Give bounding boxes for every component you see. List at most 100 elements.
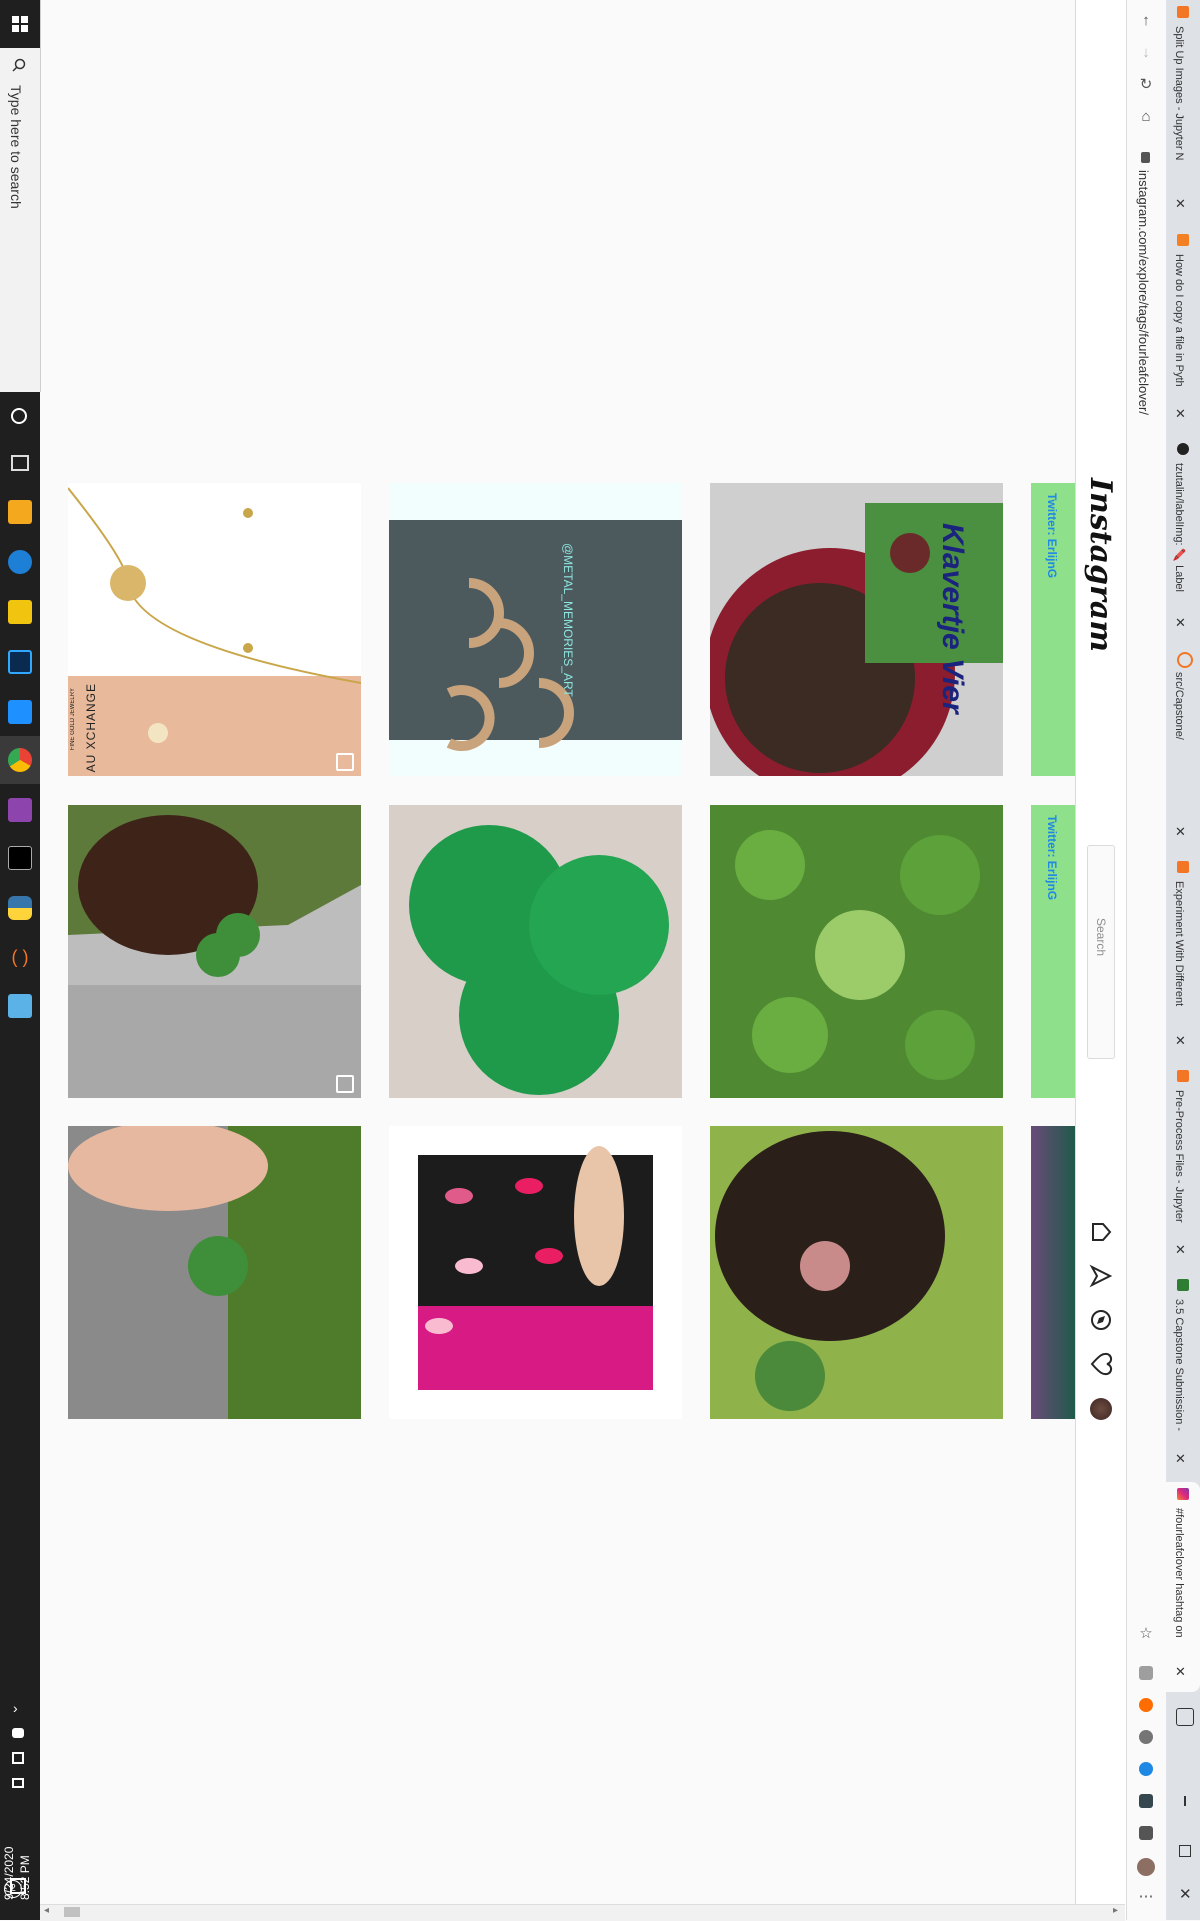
terminal-icon[interactable] xyxy=(8,846,32,870)
jupyter-favicon-icon xyxy=(1177,861,1189,873)
profile-avatar[interactable] xyxy=(1090,1398,1112,1420)
sticky-notes-icon[interactable] xyxy=(8,600,32,624)
tab-close-icon[interactable]: ✕ xyxy=(1175,1451,1186,1467)
hand-clover-image xyxy=(68,805,361,1098)
post-gold-necklace[interactable]: AU XCHANGE FINE GOLD JEWELRY xyxy=(68,483,361,776)
file-explorer-icon[interactable] xyxy=(8,500,32,524)
post-metal-clover[interactable] xyxy=(389,805,682,1098)
tab-title: tzutalin/labelImg: 🖍️ Label xyxy=(1173,463,1185,592)
post-dog-clover[interactable] xyxy=(710,1126,1003,1419)
back-arrow-icon[interactable]: ↑ xyxy=(1137,12,1155,30)
extension-blue-icon[interactable] xyxy=(1139,1762,1153,1776)
scroll-left-arrow-icon[interactable]: ◂ xyxy=(44,1905,49,1916)
jupyter-icon[interactable]: ( ) xyxy=(8,945,32,969)
explore-compass-icon[interactable] xyxy=(1089,1308,1113,1332)
lock-icon[interactable] xyxy=(1141,152,1150,163)
cortana-icon[interactable] xyxy=(11,408,27,424)
clover-patch-image xyxy=(710,805,1003,1098)
extension-g-icon[interactable] xyxy=(1139,1666,1153,1680)
instagram-logo[interactable]: Instagram xyxy=(1083,478,1118,652)
extension-dark-icon[interactable] xyxy=(1139,1794,1153,1808)
horseshoes-image xyxy=(389,483,682,776)
scrollbar-thumb[interactable] xyxy=(64,1907,80,1917)
tab-title: Pre-Process Files - Jupyter xyxy=(1173,1090,1185,1223)
jupyter-favicon-icon xyxy=(1177,652,1193,668)
post-partial-2[interactable]: Twitter: ErlijnG xyxy=(1031,805,1075,1098)
tab-title: Experiment With Different xyxy=(1173,881,1185,1007)
github-favicon-icon xyxy=(1177,443,1189,455)
tab-pre-process[interactable]: Pre-Process Files - Jupyter ✕ xyxy=(1165,1064,1200,1270)
heart-activity-icon[interactable] xyxy=(1089,1352,1113,1376)
tab-capstone-submission[interactable]: 3.5 Capstone Submission - ✕ xyxy=(1165,1273,1200,1479)
action-center-icon[interactable] xyxy=(10,1878,26,1894)
post-hand-clover[interactable] xyxy=(68,805,361,1098)
fingers-clover-image xyxy=(68,1126,361,1419)
new-tab-icon[interactable] xyxy=(1176,1708,1194,1726)
task-view-icon[interactable] xyxy=(11,455,29,471)
extension-grey-icon[interactable] xyxy=(1139,1730,1153,1744)
calculator-icon[interactable] xyxy=(8,994,32,1018)
post-horseshoes[interactable]: @METAL_MEMORIES_ART xyxy=(389,483,682,776)
bookmark-star-icon[interactable]: ☆ xyxy=(1137,1625,1155,1643)
post-klavertje-vier[interactable]: Klavertje Vier xyxy=(710,483,1003,776)
tab-split-up-images[interactable]: Split Up Images - Jupyter N ✕ xyxy=(1165,0,1200,225)
instagram-favicon-icon xyxy=(1177,1488,1189,1500)
photoshop-icon[interactable] xyxy=(8,650,32,674)
lips-shirt-image xyxy=(389,1126,682,1419)
extension-orange-icon[interactable] xyxy=(1139,1698,1153,1712)
horizontal-scrollbar[interactable] xyxy=(40,1904,1125,1921)
start-button[interactable] xyxy=(0,0,40,48)
tab-fourleafclover-active[interactable]: #fourleafclover hashtag on ✕ xyxy=(1165,1482,1200,1692)
tab-title: Split Up Images - Jupyter N xyxy=(1173,26,1185,161)
tab-title: #fourleafclover hashtag on xyxy=(1173,1508,1185,1638)
post-caption: @METAL_MEMORIES_ART xyxy=(561,543,575,697)
tab-close-icon[interactable]: ✕ xyxy=(1175,196,1186,212)
address-bar[interactable]: instagram.com/explore/tags/fourleafclove… xyxy=(1136,170,1151,415)
tab-close-icon[interactable]: ✕ xyxy=(1175,1242,1186,1258)
tab-copy-file-python[interactable]: How do I copy a file in Pyth ✕ xyxy=(1165,228,1200,434)
post-subcaption: FINE GOLD JEWELRY xyxy=(70,688,76,751)
puzzle-extensions-icon[interactable] xyxy=(1139,1826,1153,1840)
tab-labelimg[interactable]: tzutalin/labelImg: 🖍️ Label ✕ xyxy=(1165,437,1200,643)
home-icon[interactable]: ⌂ xyxy=(1137,108,1155,126)
post-clover-patch[interactable] xyxy=(710,805,1003,1098)
profile-avatar-icon[interactable] xyxy=(1137,1858,1155,1876)
browser-menu-icon[interactable]: ⋯ xyxy=(1137,1888,1155,1906)
taskbar-search-placeholder: Type here to search xyxy=(8,85,24,209)
chevron-up-icon[interactable]: › xyxy=(13,1700,18,1716)
tab-src-capstone[interactable]: src/Capstone/ ✕ xyxy=(1165,646,1200,852)
post-lips-shirt[interactable] xyxy=(389,1126,682,1419)
post-fingers-clover[interactable] xyxy=(68,1126,361,1419)
edge-browser-icon[interactable] xyxy=(8,550,32,574)
chrome-icon[interactable] xyxy=(8,748,32,772)
tab-close-icon[interactable]: ✕ xyxy=(1175,1664,1186,1680)
forward-arrow-icon[interactable]: ↓ xyxy=(1137,44,1155,62)
instagram-search-input[interactable]: Search xyxy=(1087,845,1115,1059)
post-partial-1[interactable]: Twitter: ErlijnG xyxy=(1031,483,1075,776)
tab-close-icon[interactable]: ✕ xyxy=(1175,406,1186,422)
network-icon[interactable] xyxy=(12,1752,24,1764)
vscode-icon[interactable] xyxy=(8,700,32,724)
minimize-window-icon[interactable] xyxy=(1184,1796,1186,1806)
post-caption: Klavertje Vier xyxy=(936,523,969,714)
tab-close-icon[interactable]: ✕ xyxy=(1175,824,1186,840)
volume-icon[interactable] xyxy=(12,1778,24,1788)
direct-message-icon[interactable] xyxy=(1089,1264,1113,1288)
reload-icon[interactable]: ↻ xyxy=(1137,76,1155,94)
post-partial-text: Twitter: ErlijnG xyxy=(1045,815,1059,901)
tab-experiment[interactable]: Experiment With Different ✕ xyxy=(1165,855,1200,1061)
python-icon[interactable] xyxy=(8,896,32,920)
search-placeholder: Search xyxy=(1094,918,1108,957)
tab-close-icon[interactable]: ✕ xyxy=(1175,615,1186,631)
close-window-icon[interactable]: ✕ xyxy=(1179,1885,1192,1903)
tab-close-icon[interactable]: ✕ xyxy=(1175,1033,1186,1049)
home-icon[interactable] xyxy=(1089,1220,1113,1244)
scroll-right-arrow-icon[interactable]: ▸ xyxy=(1113,1905,1118,1916)
windows-logo-icon xyxy=(12,16,28,32)
maximize-window-icon[interactable] xyxy=(1179,1845,1191,1857)
onenote-icon[interactable] xyxy=(8,798,32,822)
post-partial-3[interactable] xyxy=(1031,1126,1075,1419)
dog-clover-image xyxy=(710,1126,1003,1419)
onedrive-icon[interactable] xyxy=(12,1728,24,1738)
tab-title: 3.5 Capstone Submission - xyxy=(1173,1299,1185,1432)
